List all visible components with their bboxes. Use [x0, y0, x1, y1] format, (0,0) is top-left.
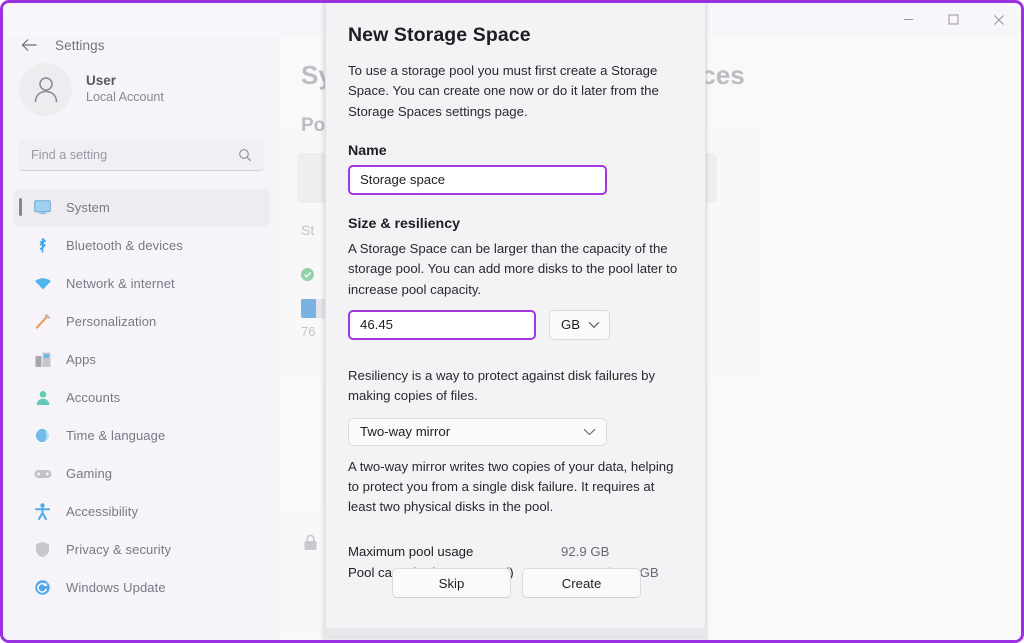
storage-status-label: St: [301, 222, 314, 238]
sidebar-item-network-internet[interactable]: Network & internet: [13, 265, 270, 302]
unit-select-value: GB: [561, 317, 580, 332]
profile-account-type: Local Account: [86, 90, 164, 106]
bluetooth-icon: [33, 236, 52, 255]
profile-name: User: [86, 73, 164, 90]
dialog-bottom-strip: [326, 628, 706, 636]
system-icon: [33, 198, 52, 217]
sidebar-item-gaming[interactable]: Gaming: [13, 455, 270, 492]
back-arrow-icon: [21, 38, 38, 52]
accessibility-icon: [33, 502, 52, 521]
clock-globe-icon: [33, 426, 52, 445]
sidebar-item-label: System: [66, 200, 110, 215]
chevron-down-icon: [588, 321, 600, 329]
name-label: Name: [348, 143, 685, 159]
unit-select[interactable]: GB: [549, 310, 610, 340]
size-description: A Storage Space can be larger than the c…: [348, 239, 685, 300]
new-storage-space-dialog: New Storage Space To use a storage pool …: [325, 3, 706, 637]
search-icon: [238, 148, 252, 162]
sidebar-item-accessibility[interactable]: Accessibility: [13, 493, 270, 530]
apps-icon: [33, 350, 52, 369]
close-button[interactable]: [976, 3, 1021, 36]
dialog-intro-text: To use a storage pool you must first cre…: [348, 61, 685, 122]
search-box[interactable]: [19, 139, 264, 171]
chevron-down-icon: [583, 428, 596, 436]
minimize-button[interactable]: [886, 3, 931, 36]
sidebar-item-privacy-security[interactable]: Privacy & security: [13, 531, 270, 568]
dialog-title: New Storage Space: [348, 24, 685, 47]
minimize-icon: [903, 14, 914, 25]
resiliency-select[interactable]: Two-way mirror: [348, 418, 607, 446]
sidebar-item-apps[interactable]: Apps: [13, 341, 270, 378]
size-input[interactable]: [360, 317, 534, 332]
status-ok-badge: [301, 268, 314, 281]
size-input-wrapper[interactable]: [348, 310, 536, 340]
maximize-icon: [948, 14, 959, 25]
sidebar-item-label: Accounts: [66, 390, 120, 405]
settings-window: Settings User Local Account: [0, 0, 1024, 643]
check-icon: [303, 270, 312, 279]
sidebar-item-time-language[interactable]: Time & language: [13, 417, 270, 454]
search-input[interactable]: [31, 148, 238, 162]
lock-icon: [301, 533, 320, 557]
sidebar: Settings User Local Account: [3, 36, 280, 643]
sidebar-item-label: Accessibility: [66, 504, 138, 519]
size-row: GB: [348, 310, 685, 340]
resiliency-select-value: Two-way mirror: [360, 424, 450, 439]
sidebar-item-bluetooth-devices[interactable]: Bluetooth & devices: [13, 227, 270, 264]
gamepad-icon: [33, 464, 52, 483]
sidebar-item-label: Bluetooth & devices: [66, 238, 183, 253]
name-input-wrapper[interactable]: [348, 165, 607, 195]
skip-button[interactable]: Skip: [392, 568, 511, 598]
accounts-icon: [33, 388, 52, 407]
sidebar-item-label: Network & internet: [66, 276, 175, 291]
resiliency-description: A two-way mirror writes two copies of yo…: [348, 457, 685, 518]
sidebar-item-label: Gaming: [66, 466, 112, 481]
resiliency-intro-text: Resiliency is a way to protect against d…: [348, 366, 685, 407]
person-avatar-icon: [30, 73, 62, 105]
sidebar-item-label: Privacy & security: [66, 542, 171, 557]
name-input[interactable]: [360, 172, 605, 187]
sidebar-item-label: Personalization: [66, 314, 156, 329]
window-controls: [886, 3, 1021, 36]
capacity-bar-fill: [301, 299, 316, 318]
sidebar-nav: System Bluetooth & devices Network: [3, 189, 280, 607]
create-button[interactable]: Create: [522, 568, 641, 598]
network-icon: [33, 274, 52, 293]
sidebar-item-windows-update[interactable]: Windows Update: [13, 569, 270, 606]
sidebar-item-accounts[interactable]: Accounts: [13, 379, 270, 416]
sidebar-item-label: Windows Update: [66, 580, 166, 595]
dialog-body: New Storage Space To use a storage pool …: [326, 3, 706, 568]
avatar: [19, 63, 72, 116]
sidebar-item-label: Time & language: [66, 428, 165, 443]
shield-icon: [33, 540, 52, 559]
user-profile[interactable]: User Local Account: [3, 52, 280, 126]
app-title: Settings: [55, 38, 105, 53]
dialog-footer: Skip Create: [326, 557, 706, 619]
close-icon: [993, 14, 1005, 26]
brush-icon: [33, 312, 52, 331]
maximize-button[interactable]: [931, 3, 976, 36]
sidebar-item-personalization[interactable]: Personalization: [13, 303, 270, 340]
sidebar-item-system[interactable]: System: [13, 189, 270, 226]
size-resiliency-heading: Size & resiliency: [348, 216, 685, 232]
sidebar-item-label: Apps: [66, 352, 96, 367]
capacity-bar-label: 76: [301, 324, 315, 339]
update-icon: [33, 578, 52, 597]
